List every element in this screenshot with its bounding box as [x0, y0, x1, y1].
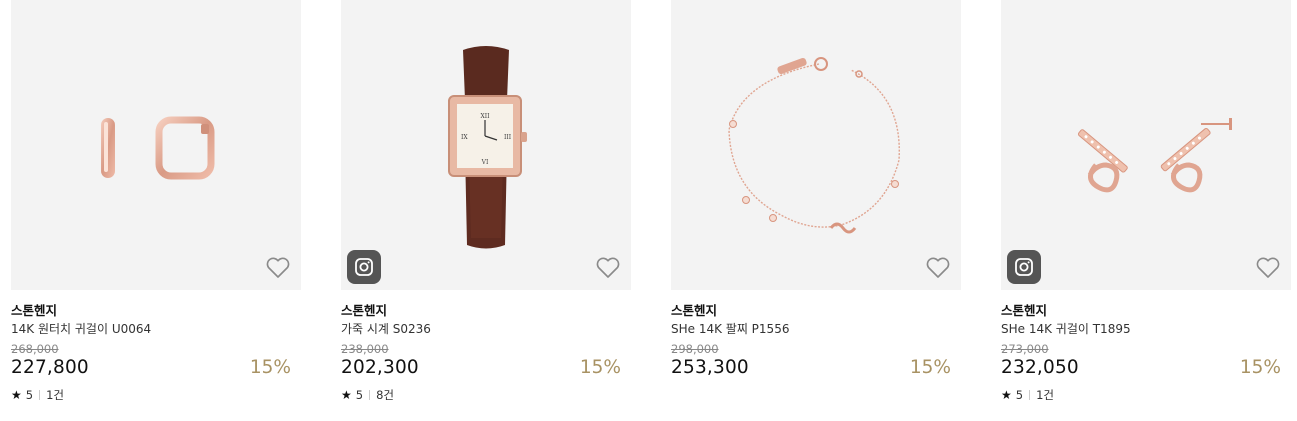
- sale-price: 232,050: [1001, 357, 1079, 378]
- rating-summary: ★ 5 1건: [11, 387, 64, 403]
- original-price: 238,000: [341, 342, 389, 356]
- rating-score: 5: [25, 388, 34, 402]
- original-price: 268,000: [11, 342, 59, 356]
- divider: [39, 390, 41, 400]
- rating-summary: ★ 5 1건: [1001, 387, 1054, 403]
- earring-image: [101, 116, 215, 180]
- product-name[interactable]: SHe 14K 팔찌 P1556: [671, 320, 789, 337]
- instagram-icon: [355, 258, 373, 276]
- sale-price: 202,300: [341, 357, 419, 378]
- instagram-badge[interactable]: [1007, 250, 1041, 284]
- svg-text:IX: IX: [461, 134, 468, 141]
- bracelet-image: [728, 57, 900, 234]
- sale-price: 227,800: [11, 357, 89, 378]
- rating-summary: ★ 5 8건: [341, 387, 394, 403]
- instagram-badge[interactable]: [347, 250, 381, 284]
- svg-text:VI: VI: [481, 159, 489, 166]
- svg-text:III: III: [504, 134, 512, 141]
- product-name[interactable]: 14K 원터치 귀걸이 U0064: [11, 320, 151, 337]
- discount-rate: 15%: [909, 357, 951, 378]
- product-image[interactable]: XII VI IX III: [341, 0, 631, 290]
- svg-text:XII: XII: [480, 113, 490, 120]
- original-price: 273,000: [1001, 342, 1049, 356]
- product-grid: 스톤헨지 14K 원터치 귀걸이 U0064 268,000 227,800 1…: [0, 0, 1297, 421]
- heart-outline-icon[interactable]: [595, 256, 621, 280]
- heart-outline-icon[interactable]: [925, 256, 951, 280]
- watch-image: XII VI IX III: [448, 46, 527, 249]
- review-count: 1건: [46, 388, 64, 402]
- review-count: 8건: [376, 388, 394, 402]
- star-icon: ★: [11, 388, 22, 402]
- product-card[interactable]: XII VI IX III 스톤헨지 가죽 시계 S0236 238,000 2…: [341, 0, 631, 421]
- product-name[interactable]: SHe 14K 귀걸이 T1895: [1001, 320, 1131, 337]
- brand-name[interactable]: 스톤헨지: [341, 300, 387, 319]
- earring-image: [1077, 118, 1232, 193]
- product-card[interactable]: 스톤헨지 SHe 14K 귀걸이 T1895 273,000 232,050 1…: [1001, 0, 1291, 421]
- discount-rate: 15%: [249, 357, 291, 378]
- rating-score: 5: [1015, 388, 1024, 402]
- brand-name[interactable]: 스톤헨지: [1001, 300, 1047, 319]
- brand-name[interactable]: 스톤헨지: [671, 300, 717, 319]
- product-card[interactable]: 스톤헨지 14K 원터치 귀걸이 U0064 268,000 227,800 1…: [11, 0, 301, 421]
- product-image[interactable]: [11, 0, 301, 290]
- brand-name[interactable]: 스톤헨지: [11, 300, 57, 319]
- star-icon: ★: [341, 388, 352, 402]
- product-name[interactable]: 가죽 시계 S0236: [341, 320, 431, 337]
- divider: [1029, 390, 1031, 400]
- discount-rate: 15%: [579, 357, 621, 378]
- product-card[interactable]: 스톤헨지 SHe 14K 팔찌 P1556 298,000 253,300 15…: [671, 0, 961, 421]
- divider: [369, 390, 371, 400]
- sale-price: 253,300: [671, 357, 749, 378]
- instagram-icon: [1015, 258, 1033, 276]
- discount-rate: 15%: [1239, 357, 1281, 378]
- review-count: 1건: [1036, 388, 1054, 402]
- rating-score: 5: [355, 388, 364, 402]
- heart-outline-icon[interactable]: [1255, 256, 1281, 280]
- heart-outline-icon[interactable]: [265, 256, 291, 280]
- original-price: 298,000: [671, 342, 719, 356]
- product-image[interactable]: [1001, 0, 1291, 290]
- star-icon: ★: [1001, 388, 1012, 402]
- product-image[interactable]: [671, 0, 961, 290]
